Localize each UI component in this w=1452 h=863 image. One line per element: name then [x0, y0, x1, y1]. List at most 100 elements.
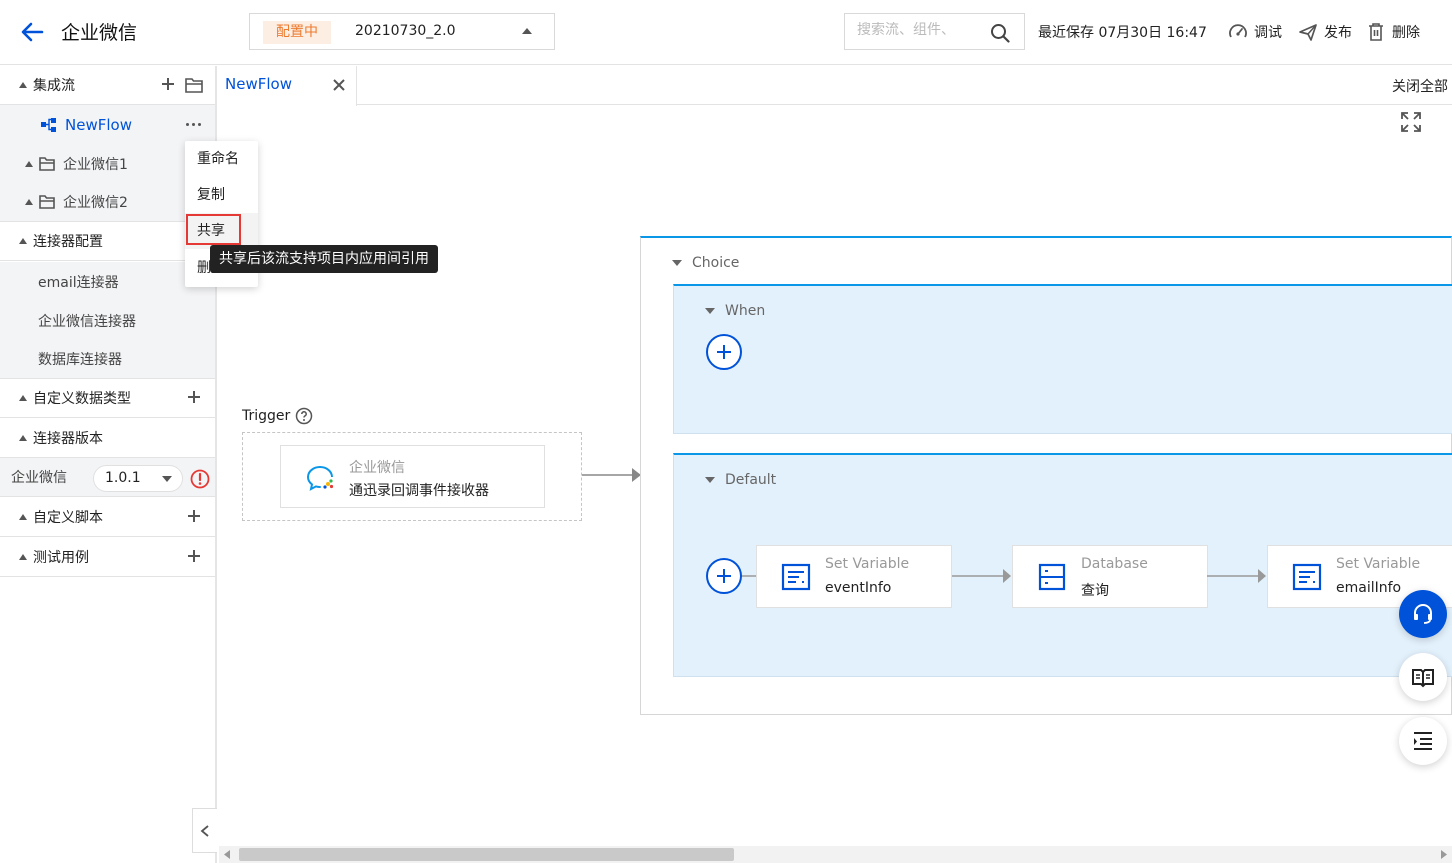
version-value: 20210730_2.0: [355, 23, 456, 39]
send-icon: [1299, 24, 1317, 41]
when-label: When: [725, 303, 766, 319]
connector-version-select[interactable]: 1.0.1: [93, 465, 183, 492]
warning-icon[interactable]: [190, 469, 210, 489]
sidebar-folder-1[interactable]: 企业微信1: [0, 144, 215, 183]
docs-button[interactable]: [1399, 653, 1447, 701]
version-select-value: 1.0.1: [105, 470, 141, 486]
choice-label: Choice: [692, 255, 740, 271]
node-type: Set Variable: [1336, 556, 1421, 572]
fullscreen-icon[interactable]: [1400, 111, 1422, 133]
connector-label: email连接器: [38, 274, 119, 291]
set-variable-icon: [1292, 563, 1322, 591]
add-type-icon[interactable]: [187, 390, 201, 404]
trigger-label: Trigger: [242, 408, 291, 424]
sidebar-item-newflow[interactable]: NewFlow: [0, 105, 215, 144]
when-heading[interactable]: When: [705, 303, 765, 319]
node-name: emailInfo: [1336, 580, 1402, 596]
list-indent-icon: [1414, 732, 1432, 750]
scroll-right-icon[interactable]: [1440, 850, 1448, 859]
sidebar-section-test-cases[interactable]: 测试用例: [0, 538, 215, 577]
scrollbar-thumb[interactable]: [239, 848, 734, 861]
trigger-name: 通迅录回调事件接收器: [349, 483, 489, 499]
flow-arrow: [1207, 569, 1266, 583]
sidebar-section-connector-version[interactable]: 连接器版本: [0, 419, 215, 458]
node-set-variable-eventinfo[interactable]: Set Variable eventInfo: [756, 545, 952, 608]
sidebar-item-email-connector[interactable]: email连接器: [0, 262, 215, 301]
search-box[interactable]: [844, 13, 1025, 50]
when-panel[interactable]: When: [673, 284, 1452, 434]
trigger-connector-name: 企业微信: [349, 460, 405, 476]
gauge-icon: [1229, 24, 1247, 38]
close-all-tabs-button[interactable]: 关闭全部: [1392, 76, 1448, 96]
debug-button[interactable]: 调试: [1228, 20, 1282, 44]
add-script-icon[interactable]: [187, 509, 201, 523]
connector-version-label: 连接器版本: [33, 431, 103, 447]
tab-newflow[interactable]: NewFlow: [217, 66, 357, 106]
add-step-button[interactable]: [706, 334, 742, 370]
folder-icon: [39, 156, 55, 171]
trigger-card[interactable]: 企业微信 通迅录回调事件接收器: [280, 445, 545, 508]
connector-label: 企业微信连接器: [38, 313, 136, 330]
close-icon[interactable]: [332, 78, 346, 92]
connector-config-label: 连接器配置: [33, 234, 103, 250]
connector-label: 数据库连接器: [38, 352, 122, 368]
folder-label: 企业微信2: [63, 195, 128, 211]
trigger-heading: Trigger: [242, 407, 313, 425]
sidebar-folder-2[interactable]: 企业微信2: [0, 183, 215, 222]
search-input[interactable]: [857, 22, 987, 38]
back-arrow-icon[interactable]: [18, 18, 46, 46]
collapse-triangle-icon: [25, 199, 33, 205]
add-step-button[interactable]: [706, 558, 742, 594]
support-button[interactable]: [1399, 590, 1447, 638]
sidebar-section-custom-scripts[interactable]: 自定义脚本: [0, 498, 215, 537]
menu-item-rename[interactable]: 重命名: [185, 141, 258, 177]
trigger-dropzone: 企业微信 通迅录回调事件接收器: [242, 432, 582, 521]
flow-arrow: [582, 468, 641, 482]
version-select[interactable]: 配置中 20210730_2.0: [249, 13, 555, 50]
help-icon[interactable]: [295, 407, 313, 425]
tab-bar: NewFlow 关闭全部: [217, 66, 1452, 106]
add-test-icon[interactable]: [187, 549, 201, 563]
sidebar-item-db-connector[interactable]: 数据库连接器: [0, 340, 215, 379]
sidebar-section-custom-types[interactable]: 自定义数据类型: [0, 379, 215, 418]
sidebar-collapse-button[interactable]: [192, 808, 217, 853]
custom-scripts-label: 自定义脚本: [33, 510, 103, 526]
sidebar-item-wecom-connector[interactable]: 企业微信连接器: [0, 301, 215, 340]
choice-heading[interactable]: Choice: [672, 255, 739, 271]
collapse-triangle-icon: [25, 160, 33, 167]
chevron-up-icon: [522, 28, 532, 34]
database-icon: [1038, 563, 1066, 591]
flow-icon: [41, 117, 56, 132]
delete-button[interactable]: 删除: [1366, 20, 1420, 44]
chevron-down-icon: [162, 476, 172, 482]
collapse-triangle-icon: [19, 514, 27, 520]
add-flow-icon[interactable]: [161, 77, 175, 91]
publish-button[interactable]: 发布: [1298, 20, 1352, 44]
sidebar-section-connector-config[interactable]: 连接器配置: [0, 222, 215, 261]
chevron-left-icon: [200, 825, 209, 837]
node-type: Database: [1081, 556, 1148, 572]
search-icon[interactable]: [990, 23, 1010, 43]
add-folder-icon[interactable]: [185, 77, 203, 93]
scroll-left-icon[interactable]: [223, 850, 231, 859]
collapse-triangle-icon: [705, 477, 715, 483]
set-variable-icon: [781, 563, 811, 591]
horizontal-scrollbar[interactable]: [219, 846, 1452, 863]
menu-item-copy[interactable]: 复制: [185, 177, 258, 213]
node-name: eventInfo: [825, 580, 892, 596]
collapse-triangle-icon: [19, 435, 27, 441]
custom-types-label: 自定义数据类型: [33, 391, 131, 407]
more-options-icon[interactable]: [186, 123, 201, 126]
collapse-triangle-icon: [705, 308, 715, 314]
flow-arrow: [952, 569, 1011, 583]
delete-label: 删除: [1392, 25, 1420, 41]
sidebar-section-flows[interactable]: 集成流: [0, 66, 215, 105]
outline-button[interactable]: [1399, 717, 1447, 765]
default-heading[interactable]: Default: [705, 472, 776, 488]
folder-icon: [39, 195, 55, 209]
node-database-query[interactable]: Database 查询: [1012, 545, 1208, 608]
app-title: 企业微信: [61, 22, 138, 44]
collapse-triangle-icon: [672, 260, 682, 266]
flow-item-label: NewFlow: [65, 115, 132, 134]
collapse-triangle-icon: [19, 238, 27, 244]
